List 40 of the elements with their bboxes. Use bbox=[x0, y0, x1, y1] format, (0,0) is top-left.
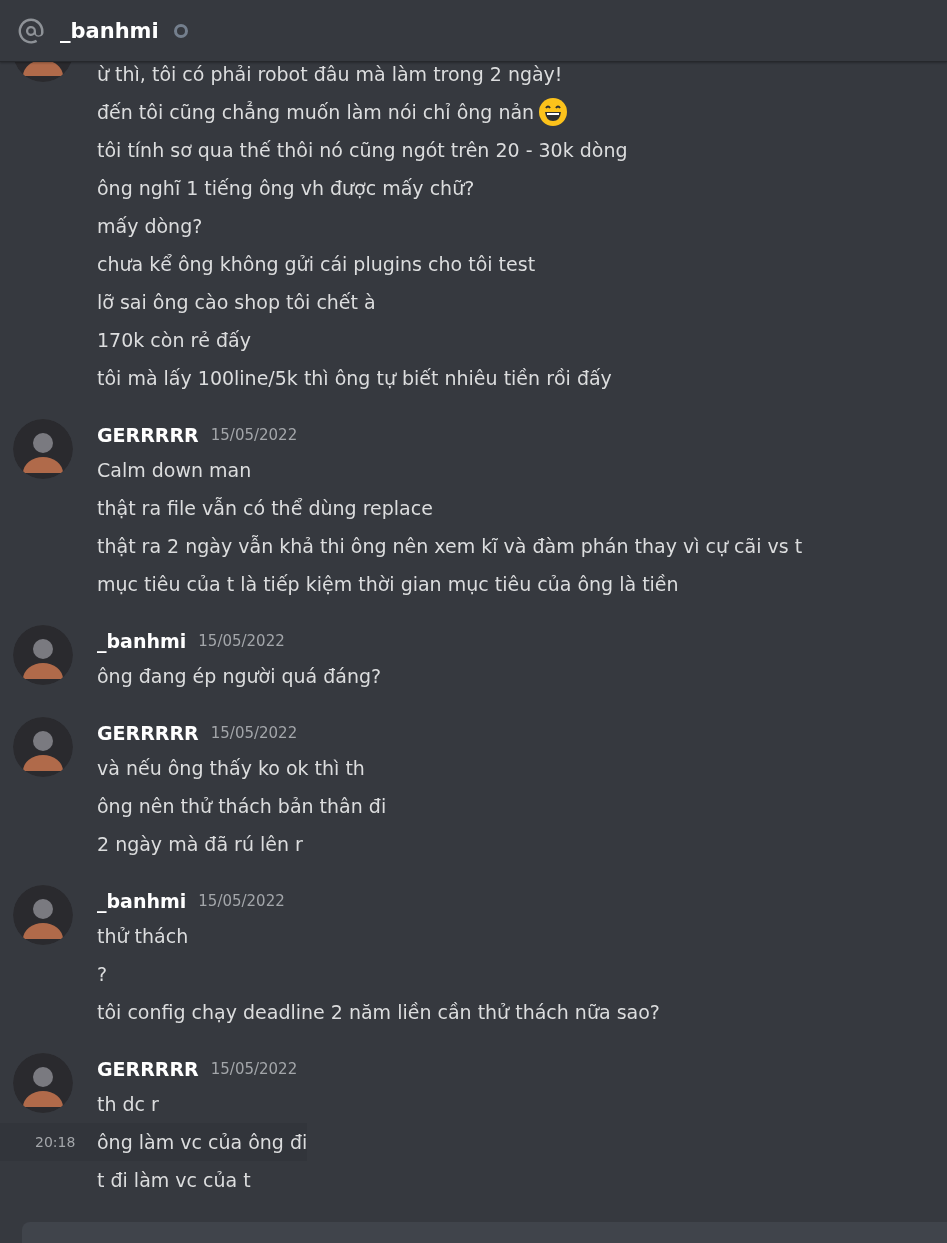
message-date: 15/05/2022 bbox=[210, 426, 298, 444]
message-text: 2 ngày mà đã rú lên r bbox=[97, 833, 303, 855]
message-text: đến tôi cũng chẳng muốn làm nói chỉ ông nản bbox=[97, 101, 535, 123]
author-name[interactable]: _banhmi bbox=[97, 630, 187, 652]
channel-title: _banhmi bbox=[60, 18, 159, 43]
message-date: 15/05/2022 bbox=[198, 892, 285, 910]
avatar-icon[interactable] bbox=[13, 885, 73, 945]
message-date: 15/05/2022 bbox=[210, 724, 298, 742]
avatar-icon[interactable] bbox=[13, 1053, 73, 1113]
message-text: mục tiêu của t là tiếp kiệm thời gian mục tiêu của ông là tiền bbox=[97, 573, 679, 595]
message-text: tôi config chạy deadline 2 năm liền cần thử thách nữa sao? bbox=[97, 1001, 660, 1023]
message-date: 15/05/2022 bbox=[210, 1060, 298, 1078]
avatar-icon[interactable] bbox=[13, 717, 73, 777]
message-text: t đi làm vc của t bbox=[97, 1169, 251, 1191]
message-text: thật ra 2 ngày vẫn khả thi ông nên xem kĩ và đàm phán thay vì cự cãi vs t bbox=[97, 535, 803, 557]
message-time: 20:18 bbox=[35, 1134, 76, 1150]
message-text: chưa kể ông không gửi cái plugins cho tôi test bbox=[97, 253, 536, 275]
message-text: ? bbox=[97, 963, 108, 985]
avatar-icon[interactable] bbox=[13, 625, 73, 685]
message-date: 15/05/2022 bbox=[198, 632, 285, 650]
message-text: ừ thì, tôi có phải robot đâu mà làm trong 2 ngày! bbox=[97, 63, 563, 85]
message-text: ông đang ép người quá đáng? bbox=[97, 665, 382, 687]
message-text: tôi tính sơ qua thế thôi nó cũng ngót trên 20 - 30k dòng bbox=[97, 139, 628, 161]
message-text: Calm down man bbox=[97, 459, 252, 481]
author-name[interactable]: _banhmi bbox=[97, 890, 187, 912]
message-text: lỡ sai ông cào shop tôi chết à bbox=[97, 291, 376, 313]
author-name[interactable]: GERRRRR bbox=[97, 722, 199, 744]
author-name[interactable]: GERRRRR bbox=[97, 1058, 199, 1080]
message-text: mấy dòng? bbox=[97, 215, 203, 237]
message-text: tôi mà lấy 100line/5k thì ông tự biết nhiêu tiền rồi đấy bbox=[97, 367, 612, 389]
avatar-icon[interactable] bbox=[13, 419, 73, 479]
author-name[interactable]: GERRRRR bbox=[97, 424, 199, 446]
message-text: thật ra file vẫn có thể dùng replace bbox=[97, 497, 433, 519]
message-text: và nếu ông thấy ko ok thì th bbox=[97, 757, 365, 779]
message-text: ông nên thử thách bản thân đi bbox=[97, 795, 387, 817]
message-text: 170k còn rẻ đấy bbox=[97, 329, 251, 351]
message-text: th dc r bbox=[97, 1093, 159, 1115]
message-text: ông làm vc của ông đi bbox=[97, 1131, 308, 1153]
message-text: thử thách bbox=[97, 925, 189, 947]
message-text: ông nghĩ 1 tiếng ông vh được mấy chữ? bbox=[97, 177, 475, 199]
